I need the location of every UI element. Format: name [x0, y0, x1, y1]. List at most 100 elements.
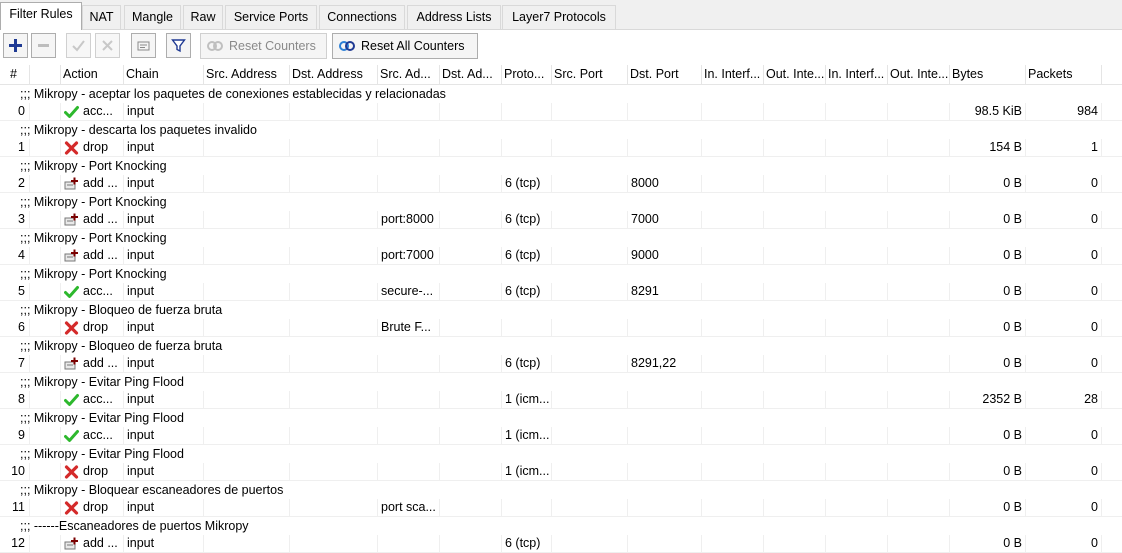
rule-row[interactable]: 2 add ... input 6 (tcp) 8000 0 B0	[0, 175, 1122, 193]
header-col-num[interactable]: #	[0, 65, 30, 84]
cell-blank	[30, 355, 61, 373]
rule-row[interactable]: 7 add ... input 6 (tcp) 8291,22 0 B0	[0, 355, 1122, 373]
rule-comment-row[interactable]: ;;; Mikropy - Port Knocking	[0, 193, 1122, 211]
cell-src-address	[204, 103, 290, 121]
rule-comment: ;;; Mikropy - Evitar Ping Flood	[20, 411, 184, 425]
tab-nat[interactable]: NAT	[82, 5, 121, 29]
header-col-in-iface[interactable]: In. Interf...	[702, 65, 764, 84]
rule-row[interactable]: 11 drop input port sca... 0 B0	[0, 499, 1122, 517]
cell-chain: input	[124, 535, 204, 553]
cell-protocol: 6 (tcp)	[502, 175, 552, 193]
rule-comment-row[interactable]: ;;; Mikropy - Port Knocking	[0, 265, 1122, 283]
cell-in-iface	[702, 247, 764, 265]
header-col-in-iface-list[interactable]: In. Interf...	[826, 65, 888, 84]
action-label: drop	[83, 464, 109, 478]
cell-in-iface	[702, 391, 764, 409]
rule-comment-row[interactable]: ;;; Mikropy - Evitar Ping Flood	[0, 409, 1122, 427]
cell-chain: input	[124, 247, 204, 265]
tab-mangle[interactable]: Mangle	[124, 5, 181, 29]
header-col-out-iface-list[interactable]: Out. Inte...	[888, 65, 950, 84]
header-col-blank[interactable]	[30, 65, 61, 84]
header-col-bytes[interactable]: Bytes	[950, 65, 1026, 84]
header-col-action[interactable]: Action	[61, 65, 124, 84]
cell-packets: 0	[1026, 427, 1102, 445]
cell-src-port	[552, 319, 628, 337]
cell-dst-port	[628, 139, 702, 157]
cell-in-iface-list	[826, 103, 888, 121]
tab-filter-rules[interactable]: Filter Rules	[0, 2, 82, 30]
tab-raw[interactable]: Raw	[183, 5, 223, 29]
cell-dst-port: 8291,22	[628, 355, 702, 373]
add-button[interactable]	[3, 33, 28, 58]
cell-in-iface-list	[826, 499, 888, 517]
rule-row[interactable]: 4 add ... input port:7000 6 (tcp) 9000 0 B0	[0, 247, 1122, 265]
rule-row[interactable]: 1 drop input 154 B1	[0, 139, 1122, 157]
tab-layer7-protocols[interactable]: Layer7 Protocols	[502, 5, 616, 29]
disable-button[interactable]	[95, 33, 120, 58]
tab-connections[interactable]: Connections	[319, 5, 405, 29]
enable-button[interactable]	[66, 33, 91, 58]
header-col-src-address[interactable]: Src. Address	[204, 65, 290, 84]
minus-icon	[38, 44, 49, 47]
rule-comment-row[interactable]: ;;; Mikropy - Bloqueo de fuerza bruta	[0, 337, 1122, 355]
header-col-dst-list[interactable]: Dst. Ad...	[440, 65, 502, 84]
cell-blank	[30, 535, 61, 553]
cell-blank	[30, 427, 61, 445]
header-col-src-port[interactable]: Src. Port	[552, 65, 628, 84]
rule-comment-row[interactable]: ;;; ------Escaneadores de puertos Mikrop…	[0, 517, 1122, 535]
cell-in-iface	[702, 427, 764, 445]
rule-row[interactable]: 12 add ... input 6 (tcp) 0 B0	[0, 535, 1122, 553]
tab-service-ports[interactable]: Service Ports	[225, 5, 317, 29]
cell-dst-list	[440, 139, 502, 157]
drop-x-icon	[64, 321, 79, 335]
cell-dst-address	[290, 103, 378, 121]
header-col-dst-address[interactable]: Dst. Address	[290, 65, 378, 84]
tab-address-lists[interactable]: Address Lists	[407, 5, 501, 29]
cell-packets: 0	[1026, 355, 1102, 373]
cell-num: 12	[0, 535, 30, 553]
rule-comment-row[interactable]: ;;; Mikropy - Port Knocking	[0, 157, 1122, 175]
reset-all-counters-button[interactable]: Reset All Counters	[332, 33, 478, 59]
rule-row[interactable]: 5 acc... input secure-... 6 (tcp) 8291 0 B0	[0, 283, 1122, 301]
rule-comment-row[interactable]: ;;; Mikropy - Bloqueo de fuerza bruta	[0, 301, 1122, 319]
cell-src-address	[204, 319, 290, 337]
rule-comment-row[interactable]: ;;; Mikropy - Evitar Ping Flood	[0, 373, 1122, 391]
x-icon	[102, 40, 113, 51]
funnel-icon	[171, 39, 186, 53]
header-col-protocol[interactable]: Proto...	[502, 65, 552, 84]
cell-src-list	[378, 391, 440, 409]
header-col-packets[interactable]: Packets	[1026, 65, 1102, 84]
rule-row[interactable]: 9 acc... input 1 (icm... 0 B0	[0, 427, 1122, 445]
rule-row[interactable]: 10 drop input 1 (icm... 0 B0	[0, 463, 1122, 481]
rule-row[interactable]: 6 drop input Brute F... 0 B0	[0, 319, 1122, 337]
rule-row[interactable]: 0 acc... input 98.5 KiB 984	[0, 103, 1122, 121]
cell-bytes: 0 B	[950, 427, 1026, 445]
cell-protocol: 6 (tcp)	[502, 247, 552, 265]
rule-row[interactable]: 8 acc... input 1 (icm... 2352 B 28	[0, 391, 1122, 409]
cell-dst-list	[440, 103, 502, 121]
cell-out-iface-list	[888, 391, 950, 409]
cell-packets: 0	[1026, 499, 1102, 517]
cell-chain: input	[124, 463, 204, 481]
header-col-src-list[interactable]: Src. Ad...	[378, 65, 440, 84]
remove-button[interactable]	[31, 33, 56, 58]
reset-counters-button[interactable]: Reset Counters	[200, 33, 327, 59]
rule-comment-row[interactable]: ;;; Mikropy - Evitar Ping Flood	[0, 445, 1122, 463]
action-label: drop	[83, 140, 109, 154]
rule-comment-row[interactable]: ;;; Mikropy - Port Knocking	[0, 229, 1122, 247]
rule-row[interactable]: 3 add ... input port:8000 6 (tcp) 7000 0 B0	[0, 211, 1122, 229]
header-col-dst-port[interactable]: Dst. Port	[628, 65, 702, 84]
action-label: acc...	[83, 104, 113, 118]
header-col-chain[interactable]: Chain	[124, 65, 204, 84]
rules-table: ;;; Mikropy - aceptar los paquetes de co…	[0, 85, 1122, 553]
comment-button[interactable]	[131, 33, 156, 58]
header-col-out-iface[interactable]: Out. Inte...	[764, 65, 826, 84]
rule-comment-row[interactable]: ;;; Mikropy - descarta los paquetes inva…	[0, 121, 1122, 139]
rule-comment-row[interactable]: ;;; Mikropy - aceptar los paquetes de co…	[0, 85, 1122, 103]
cell-packets: 984	[1026, 103, 1102, 121]
rule-comment-row[interactable]: ;;; Mikropy - Bloquear escaneadores de p…	[0, 481, 1122, 499]
cell-in-iface	[702, 499, 764, 517]
cell-out-iface-list	[888, 499, 950, 517]
cell-out-iface	[764, 319, 826, 337]
filter-button[interactable]	[166, 33, 191, 58]
